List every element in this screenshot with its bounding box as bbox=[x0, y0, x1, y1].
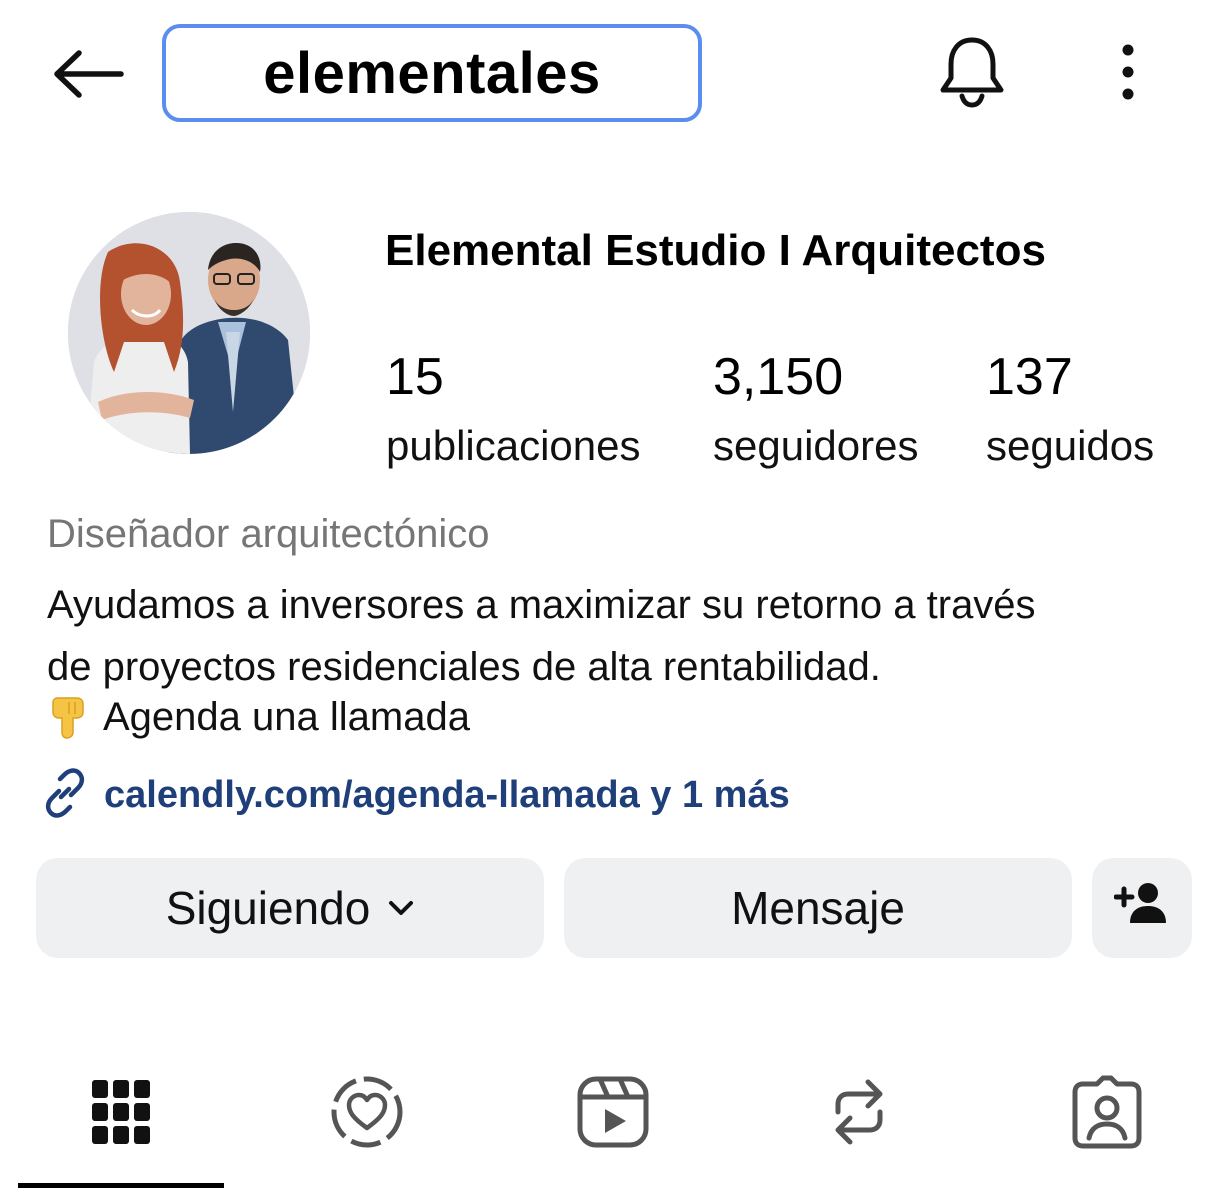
tab-tagged[interactable] bbox=[1046, 1068, 1168, 1160]
bio-cta: Agenda una llamada bbox=[47, 694, 470, 740]
active-tab-indicator bbox=[18, 1183, 224, 1188]
tagged-person-icon bbox=[1069, 1074, 1145, 1155]
profile-link[interactable]: calendly.com/agenda-llamada y 1 más bbox=[40, 768, 790, 823]
arrow-left-icon bbox=[49, 49, 125, 104]
stat-posts-label: publicaciones bbox=[386, 422, 641, 469]
stat-posts-value: 15 bbox=[386, 348, 444, 406]
following-label: Siguiendo bbox=[165, 882, 371, 934]
bio-line: Ayudamos a inversores a maximizar su ret… bbox=[47, 583, 1036, 627]
reels-icon bbox=[576, 1075, 650, 1154]
back-button[interactable] bbox=[44, 40, 130, 112]
tab-reels[interactable] bbox=[552, 1068, 674, 1160]
more-options-button[interactable] bbox=[1100, 36, 1156, 112]
username-header[interactable]: elementales bbox=[162, 24, 702, 122]
stat-following-label: seguidos bbox=[986, 422, 1155, 469]
profile-name: Elemental Estudio I Arquitectos bbox=[385, 226, 1046, 275]
tab-reposts[interactable] bbox=[798, 1068, 920, 1160]
stat-posts[interactable]: 15 publicaciones bbox=[386, 346, 641, 476]
repost-icon bbox=[826, 1074, 892, 1155]
stat-followers-value: 3,150 bbox=[713, 348, 844, 406]
more-vertical-icon bbox=[1118, 42, 1138, 107]
pointing-down-hand-icon bbox=[47, 694, 89, 740]
username-title: elementales bbox=[263, 40, 601, 106]
bell-icon bbox=[938, 34, 1006, 113]
following-button[interactable]: Siguiendo bbox=[36, 858, 544, 958]
stat-followers-label: seguidores bbox=[713, 422, 919, 469]
cta-text: Agenda una llamada bbox=[103, 694, 470, 739]
message-button[interactable]: Mensaje bbox=[564, 858, 1072, 958]
avatar[interactable] bbox=[68, 212, 310, 454]
link-text: calendly.com/agenda-llamada y 1 más bbox=[104, 774, 790, 816]
message-label: Mensaje bbox=[731, 882, 905, 934]
heart-circle-icon bbox=[327, 1072, 407, 1157]
profile-bio: Ayudamos a inversores a maximizar su ret… bbox=[47, 574, 1197, 698]
add-user-button[interactable] bbox=[1092, 858, 1192, 958]
grid-icon bbox=[90, 1076, 152, 1153]
stat-following-value: 137 bbox=[986, 348, 1073, 406]
notifications-button[interactable] bbox=[930, 30, 1014, 116]
bio-line: de proyectos residenciales de alta renta… bbox=[47, 645, 881, 689]
link-icon bbox=[40, 768, 90, 823]
stat-following[interactable]: 137 seguidos bbox=[986, 346, 1154, 476]
chevron-down-icon bbox=[388, 899, 414, 917]
tab-highlights[interactable] bbox=[306, 1068, 428, 1160]
profile-category: Diseñador arquitectónico bbox=[47, 512, 490, 556]
stat-followers[interactable]: 3,150 seguidores bbox=[713, 346, 918, 476]
tab-grid[interactable] bbox=[60, 1068, 182, 1160]
add-user-icon bbox=[1113, 881, 1170, 936]
